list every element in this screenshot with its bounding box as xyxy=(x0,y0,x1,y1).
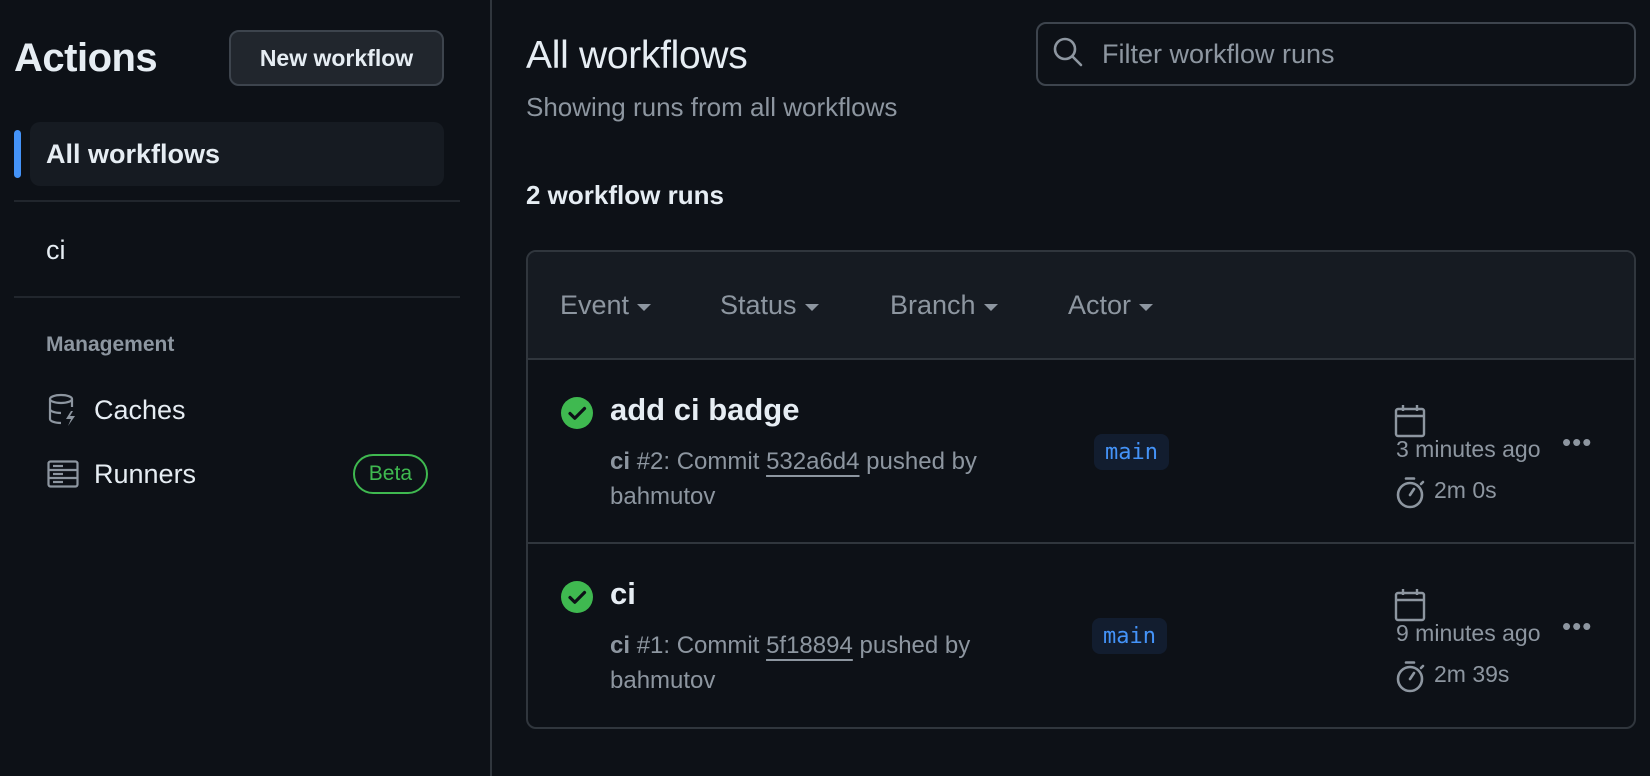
meta-suffix: pushed by xyxy=(859,632,971,659)
sidebar-item-label: ci xyxy=(46,234,66,265)
runs-filter-header: Event Status Branch Actor xyxy=(528,252,1634,360)
sidebar-item-label: All workflows xyxy=(46,138,221,169)
run-title-link[interactable]: add ci badge xyxy=(610,392,799,428)
workflow-name: ci xyxy=(610,632,631,659)
workflow-runs-list: Event Status Branch Actor add ci badge c… xyxy=(526,250,1636,729)
run-timestamp: 9 minutes ago xyxy=(1396,620,1541,646)
filter-label: Event xyxy=(560,290,630,320)
stopwatch-icon xyxy=(1394,476,1426,510)
run-timestamp: 3 minutes ago xyxy=(1396,436,1541,462)
database-cache-icon xyxy=(46,393,80,427)
run-meta: ci #2: Commit 532a6d4 pushed by bahmutov xyxy=(610,444,1050,514)
filter-label: Actor xyxy=(1068,290,1132,320)
run-number: #2 xyxy=(636,448,664,475)
sidebar-item-label: Caches xyxy=(94,394,186,425)
search-icon xyxy=(1052,36,1084,73)
run-duration: 2m 0s xyxy=(1434,477,1497,503)
workflow-name: ci xyxy=(610,448,631,475)
run-meta: ci #1: Commit 5f18894 pushed by bahmutov xyxy=(610,628,1050,698)
actor-filter-dropdown[interactable]: Actor xyxy=(1068,290,1154,321)
active-indicator xyxy=(14,130,21,178)
meta-suffix: pushed by xyxy=(866,448,977,475)
caret-down-icon xyxy=(983,304,998,311)
table-row: add ci badge ci #2: Commit 532a6d4 pushe… xyxy=(528,360,1634,544)
page-subtitle: Showing runs from all workflows xyxy=(526,92,898,122)
branch-filter-dropdown[interactable]: Branch xyxy=(890,290,998,321)
calendar-icon xyxy=(1394,588,1426,622)
commit-sha-link[interactable]: 5f18894 xyxy=(766,632,853,659)
management-heading: Management xyxy=(46,333,175,356)
filter-search-box[interactable] xyxy=(1036,22,1636,86)
branch-badge[interactable]: main xyxy=(1094,434,1169,470)
run-title-link[interactable]: ci xyxy=(610,576,636,612)
commit-sha-link[interactable]: 532a6d4 xyxy=(766,448,859,475)
meta-prefix: : Commit xyxy=(663,448,760,475)
sidebar-item-runners[interactable]: Runners Beta xyxy=(30,446,444,502)
filter-workflow-runs-input[interactable] xyxy=(1102,38,1622,70)
caret-down-icon xyxy=(1139,304,1154,311)
filter-label: Status xyxy=(720,290,797,320)
sidebar-item-caches[interactable]: Caches xyxy=(30,382,444,438)
filter-label: Branch xyxy=(890,290,976,320)
sidebar-title: Actions xyxy=(14,36,158,80)
sidebar-item-label: Runners xyxy=(94,458,197,489)
beta-badge: Beta xyxy=(352,454,428,494)
run-number: #1 xyxy=(636,632,664,659)
divider xyxy=(14,200,460,202)
actor-name: bahmutov xyxy=(610,667,716,694)
status-filter-dropdown[interactable]: Status xyxy=(720,290,819,321)
calendar-icon xyxy=(1394,404,1426,438)
check-circle-success-icon xyxy=(560,396,594,430)
divider xyxy=(14,296,460,298)
branch-badge[interactable]: main xyxy=(1092,618,1167,654)
sidebar: Actions New workflow All workflows ci Ma… xyxy=(0,0,492,776)
caret-down-icon xyxy=(637,304,652,311)
sidebar-item-all-workflows[interactable]: All workflows xyxy=(30,122,444,186)
new-workflow-button[interactable]: New workflow xyxy=(229,30,444,86)
sidebar-item-ci[interactable]: ci xyxy=(30,222,444,278)
page-title: All workflows xyxy=(526,34,748,77)
actor-name: bahmutov xyxy=(610,483,716,510)
kebab-menu-icon[interactable]: ••• xyxy=(1562,613,1592,639)
event-filter-dropdown[interactable]: Event xyxy=(560,290,652,321)
caret-down-icon xyxy=(804,304,819,311)
meta-prefix: : Commit xyxy=(663,632,760,659)
runs-count: 2 workflow runs xyxy=(526,180,724,210)
kebab-menu-icon[interactable]: ••• xyxy=(1562,429,1592,455)
stopwatch-icon xyxy=(1394,660,1426,694)
check-circle-success-icon xyxy=(560,580,594,614)
table-row: ci ci #1: Commit 5f18894 pushed by bahmut… xyxy=(528,544,1634,727)
server-icon xyxy=(46,457,80,491)
run-duration: 2m 39s xyxy=(1434,661,1510,687)
